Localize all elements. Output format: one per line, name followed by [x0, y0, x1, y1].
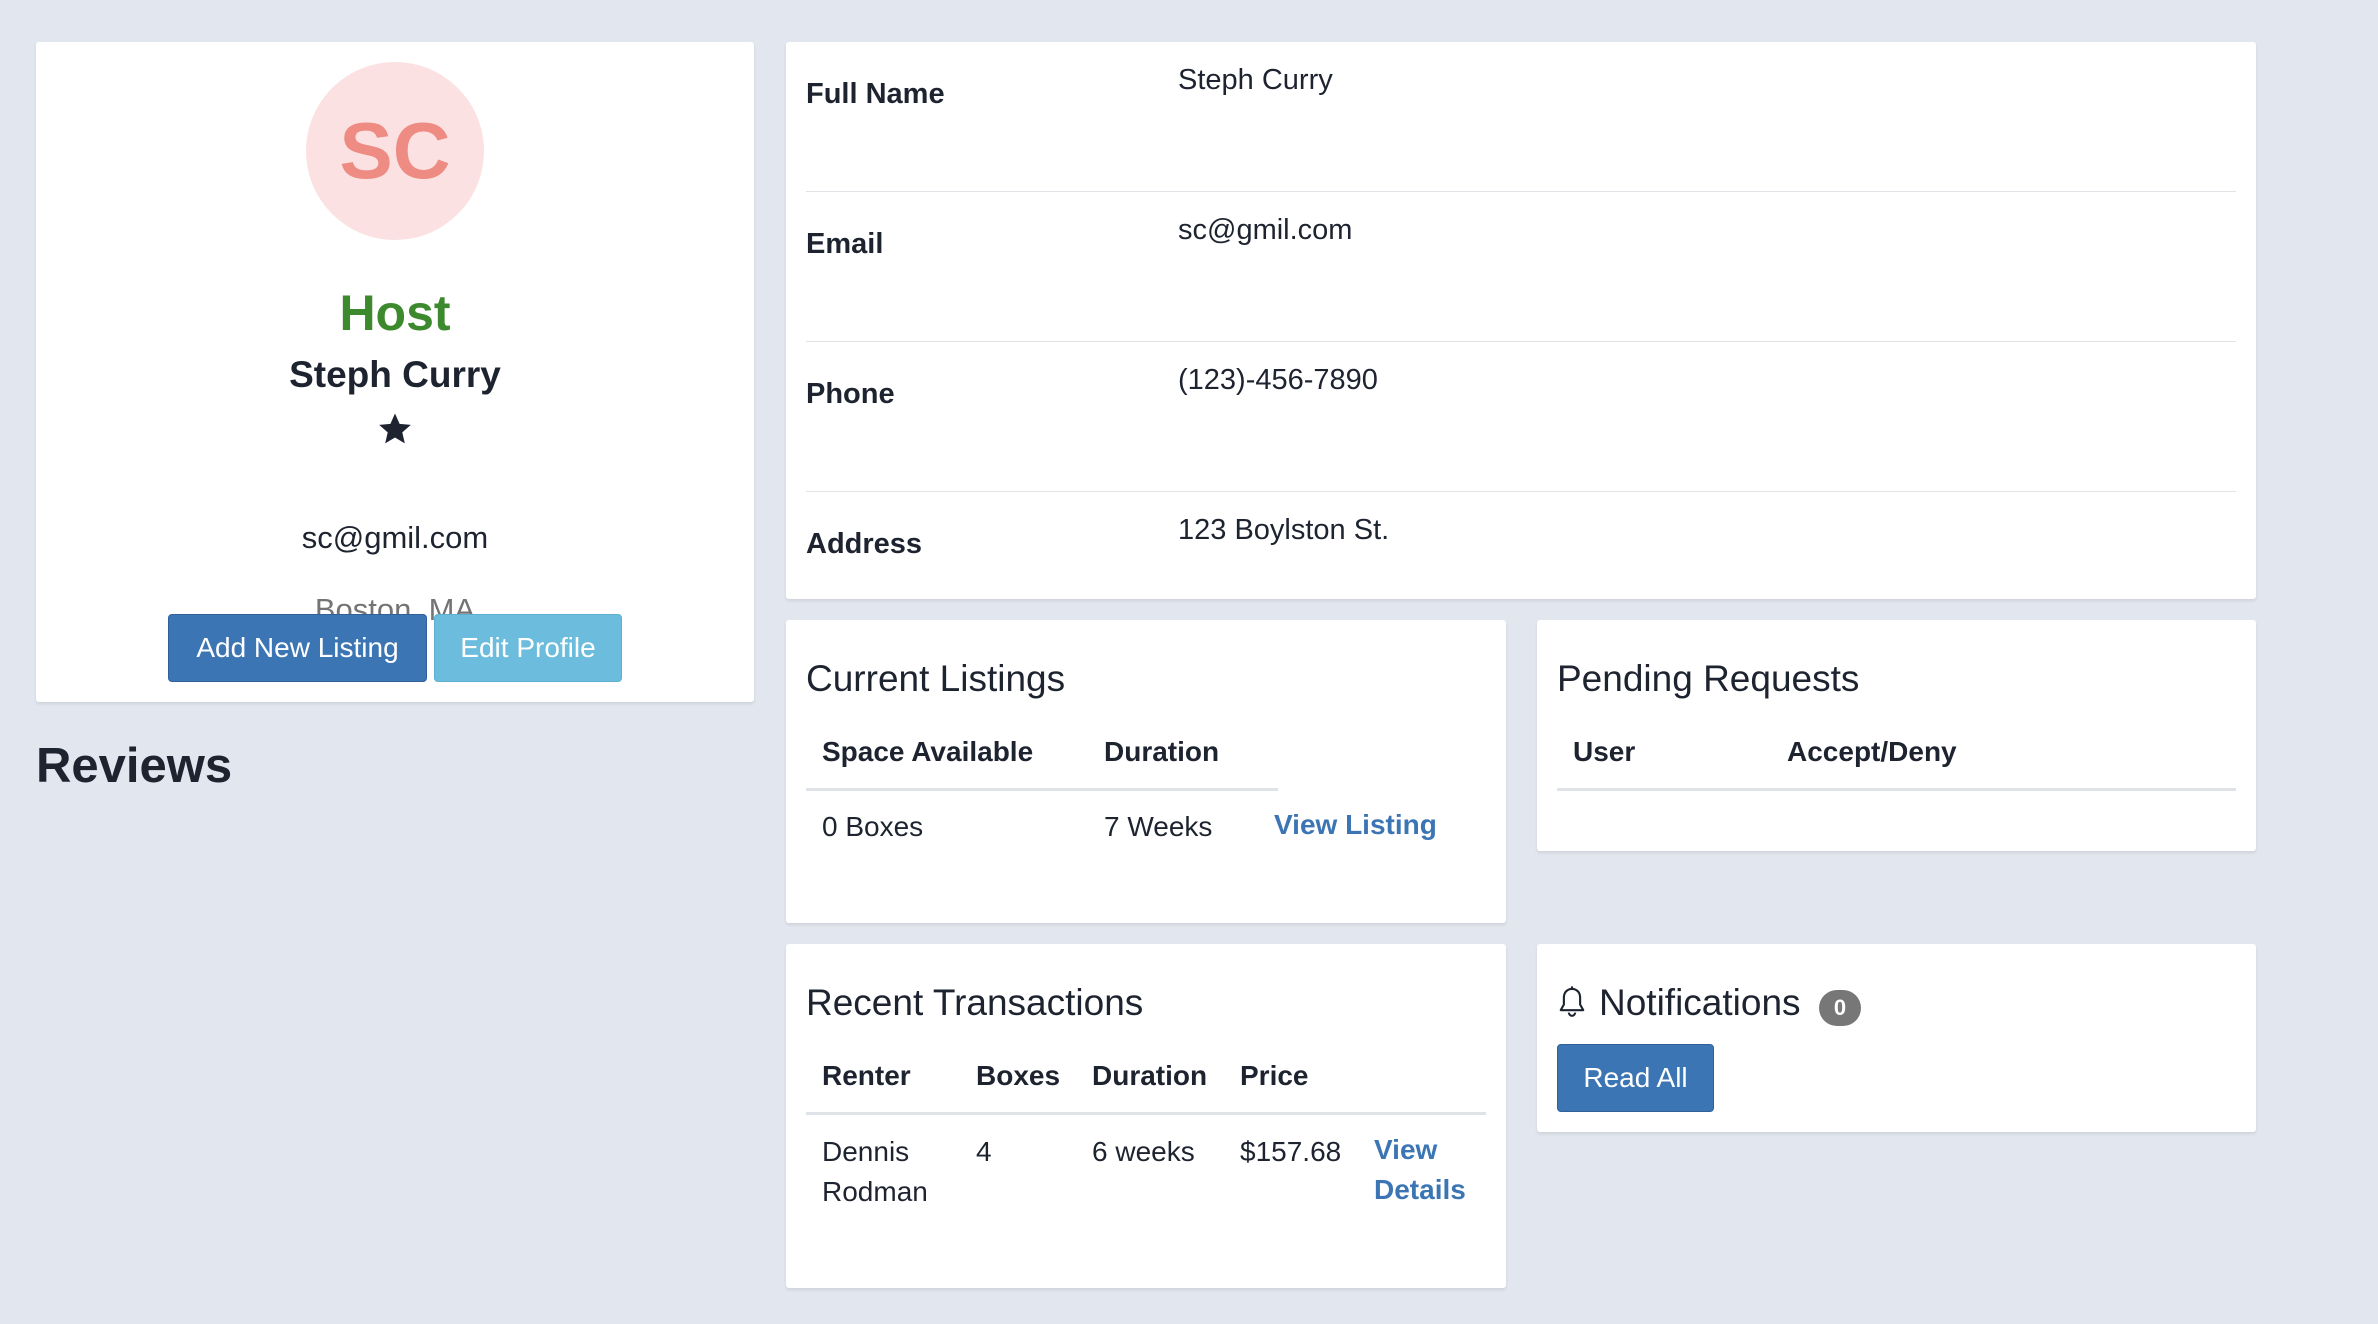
listing-space: 0 Boxes: [822, 811, 924, 842]
current-listings-title: Current Listings: [806, 658, 1066, 699]
column-header: Duration: [1092, 1060, 1208, 1091]
renter-last-name: Rodman: [822, 1176, 928, 1207]
read-all-button[interactable]: Read All: [1557, 1044, 1714, 1112]
column-header: Renter: [822, 1060, 911, 1091]
column-header: Price: [1240, 1060, 1309, 1091]
detail-value: Steph Curry: [1178, 64, 1333, 96]
detail-value: sc@gmil.com: [1178, 214, 1353, 246]
view-details-link-line2[interactable]: Details: [1374, 1174, 1466, 1205]
view-details-link[interactable]: View Details: [1374, 1130, 1466, 1210]
profile-card: SC Host Steph Curry sc@gmil.com Boston, …: [36, 42, 754, 702]
pending-requests-title: Pending Requests: [1557, 658, 1860, 699]
transaction-price: $157.68: [1240, 1136, 1342, 1167]
pending-requests-card: Pending Requests User Accept/Deny: [1537, 620, 2256, 851]
detail-row-phone: Phone (123)-456-7890: [806, 342, 2236, 492]
detail-value: 123 Boylston St.: [1178, 514, 1390, 546]
profile-email: sc@gmil.com: [301, 520, 489, 555]
reviews-heading: Reviews: [36, 739, 233, 793]
edit-profile-button[interactable]: Edit Profile: [434, 614, 622, 682]
recent-transactions-card: Recent Transactions Renter Boxes Duratio…: [786, 944, 1506, 1288]
detail-row-full-name: Full Name Steph Curry: [806, 42, 2236, 192]
detail-row-email: Email sc@gmil.com: [806, 192, 2236, 342]
add-new-listing-button[interactable]: Add New Listing: [168, 614, 427, 682]
column-header: Accept/Deny: [1787, 736, 1957, 767]
transaction-boxes: 4: [976, 1136, 992, 1167]
table-header-divider: [1557, 788, 2236, 791]
detail-label: Phone: [806, 378, 895, 410]
detail-label: Full Name: [806, 78, 945, 110]
bell-icon: [1559, 986, 1585, 1017]
detail-value: (123)-456-7890: [1178, 364, 1378, 396]
recent-transactions-title: Recent Transactions: [806, 982, 1144, 1023]
current-listings-card: Current Listings Space Available Duratio…: [786, 620, 1506, 923]
column-header: Boxes: [976, 1060, 1061, 1091]
listing-duration: 7 Weeks: [1104, 811, 1213, 842]
notifications-count-badge: 0: [1819, 990, 1861, 1026]
transaction-duration: 6 weeks: [1092, 1136, 1195, 1167]
view-details-link-line1[interactable]: View: [1374, 1134, 1437, 1165]
table-header-divider: [806, 1112, 1486, 1115]
detail-label: Email: [806, 228, 884, 260]
avatar: SC: [306, 62, 484, 240]
role-label: Host: [339, 285, 451, 341]
notifications-title: Notifications: [1599, 982, 1801, 1023]
column-header: User: [1573, 736, 1636, 767]
column-header: Space Available: [822, 736, 1034, 767]
detail-label: Address: [806, 528, 923, 560]
column-header: Duration: [1104, 736, 1220, 767]
profile-name: Steph Curry: [289, 354, 501, 395]
renter-first-name: Dennis: [822, 1136, 910, 1167]
notifications-card: Notifications 0 Read All: [1537, 944, 2256, 1132]
table-header-divider: [806, 788, 1278, 791]
view-listing-link[interactable]: View Listing: [1274, 805, 1437, 845]
star-icon: [379, 413, 411, 444]
details-card: Full Name Steph Curry Email sc@gmil.com …: [786, 42, 2256, 599]
